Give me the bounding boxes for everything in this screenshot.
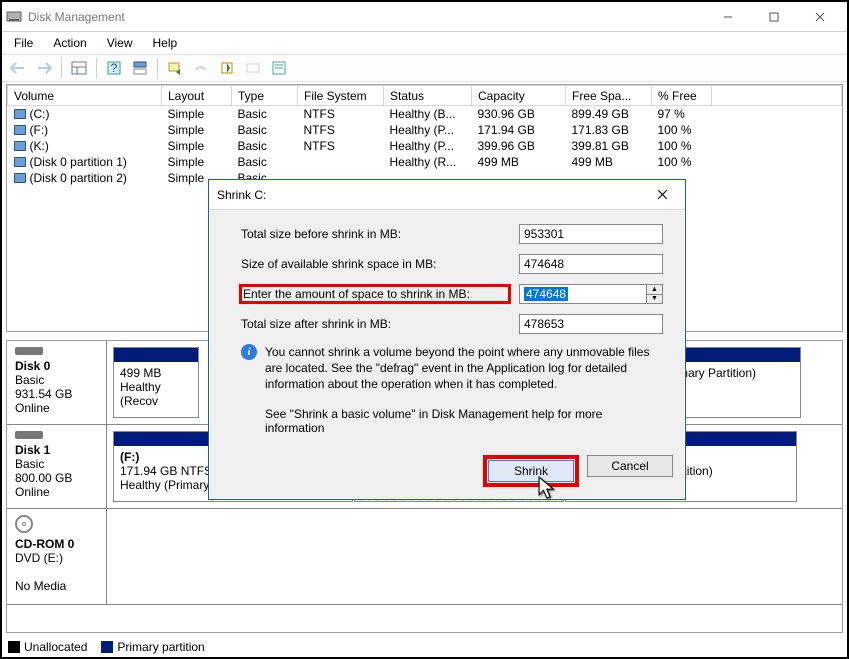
partition[interactable]: 499 MBHealthy (Recov <box>113 347 199 418</box>
menu-bar: File Action View Help <box>2 32 847 54</box>
col-status[interactable]: Status <box>384 86 472 106</box>
col-pct[interactable]: % Free <box>652 86 712 106</box>
info-text: You cannot shrink a volume beyond the po… <box>265 344 663 393</box>
svg-text:?: ? <box>111 61 118 75</box>
table-row[interactable]: (C:)SimpleBasicNTFSHealthy (B...930.96 G… <box>8 106 842 123</box>
action-a-button[interactable] <box>215 57 239 79</box>
minimize-button[interactable] <box>705 2 751 32</box>
refresh-button[interactable] <box>163 57 187 79</box>
disk-row[interactable]: CD-ROM 0DVD (E:)No Media <box>7 509 842 605</box>
disk-header: Disk 0Basic931.54 GBOnline <box>7 341 107 424</box>
spin-down-icon[interactable]: ▼ <box>647 295 662 304</box>
app-icon <box>6 9 22 25</box>
label-available: Size of available shrink space in MB: <box>241 257 509 271</box>
title-bar: Disk Management <box>2 2 847 32</box>
undo-button <box>189 57 213 79</box>
legend: Unallocated Primary partition <box>8 640 205 654</box>
back-button <box>6 57 30 79</box>
menu-action[interactable]: Action <box>45 34 94 52</box>
value-total-before: 953301 <box>519 224 663 244</box>
label-enter-amount: Enter the amount of space to shrink in M… <box>241 286 509 302</box>
dialog-title: Shrink C: <box>217 188 647 202</box>
cancel-button[interactable]: Cancel <box>587 455 673 477</box>
view-top-button[interactable] <box>128 57 152 79</box>
menu-file[interactable]: File <box>6 34 41 52</box>
shrink-button[interactable]: Shrink <box>488 460 574 482</box>
disk-icon <box>15 347 43 355</box>
menu-view[interactable]: View <box>99 34 141 52</box>
col-type[interactable]: Type <box>232 86 298 106</box>
col-volume[interactable]: Volume <box>8 86 162 106</box>
col-free[interactable]: Free Spa... <box>566 86 652 106</box>
disk-partitions <box>107 509 842 604</box>
maximize-button[interactable] <box>751 2 797 32</box>
layout-button[interactable] <box>67 57 91 79</box>
menu-help[interactable]: Help <box>145 34 186 52</box>
value-total-after: 478653 <box>519 314 663 334</box>
properties-button[interactable] <box>267 57 291 79</box>
cdrom-icon <box>15 515 33 533</box>
shrink-amount-spinner[interactable]: ▲▼ <box>647 284 663 304</box>
window-title: Disk Management <box>28 10 705 24</box>
table-row[interactable]: (F:)SimpleBasicNTFSHealthy (P...171.94 G… <box>8 122 842 138</box>
spin-up-icon[interactable]: ▲ <box>647 285 662 295</box>
disk-icon <box>15 431 43 439</box>
disk-header: CD-ROM 0DVD (E:)No Media <box>7 509 107 604</box>
value-available: 474648 <box>519 254 663 274</box>
col-fs[interactable]: File System <box>298 86 384 106</box>
legend-primary: Primary partition <box>117 640 204 654</box>
mouse-cursor-icon <box>538 476 560 502</box>
see-also-text: See "Shrink a basic volume" in Disk Mana… <box>265 407 663 435</box>
help-button[interactable]: ? <box>102 57 126 79</box>
close-button[interactable] <box>797 2 843 32</box>
column-headers[interactable]: Volume Layout Type File System Status Ca… <box>8 86 842 106</box>
partition[interactable]: mary Partition) <box>671 347 801 418</box>
label-total-before: Total size before shrink in MB: <box>241 227 509 241</box>
dialog-close-button[interactable] <box>647 180 677 210</box>
table-row[interactable]: (K:)SimpleBasicNTFSHealthy (P...399.96 G… <box>8 138 842 154</box>
disk-header: Disk 1Basic800.00 GBOnline <box>7 425 107 508</box>
table-row[interactable]: (Disk 0 partition 1)SimpleBasicHealthy (… <box>8 154 842 170</box>
action-b-button <box>241 57 265 79</box>
info-icon: i <box>241 344 257 360</box>
col-capacity[interactable]: Capacity <box>472 86 566 106</box>
col-layout[interactable]: Layout <box>162 86 232 106</box>
shrink-amount-input[interactable]: 474648 <box>519 284 647 304</box>
toolbar: ? <box>2 54 847 82</box>
legend-unalloc: Unallocated <box>24 640 87 654</box>
shrink-dialog: Shrink C: Total size before shrink in MB… <box>208 179 686 500</box>
label-total-after: Total size after shrink in MB: <box>241 317 509 331</box>
forward-button <box>32 57 56 79</box>
